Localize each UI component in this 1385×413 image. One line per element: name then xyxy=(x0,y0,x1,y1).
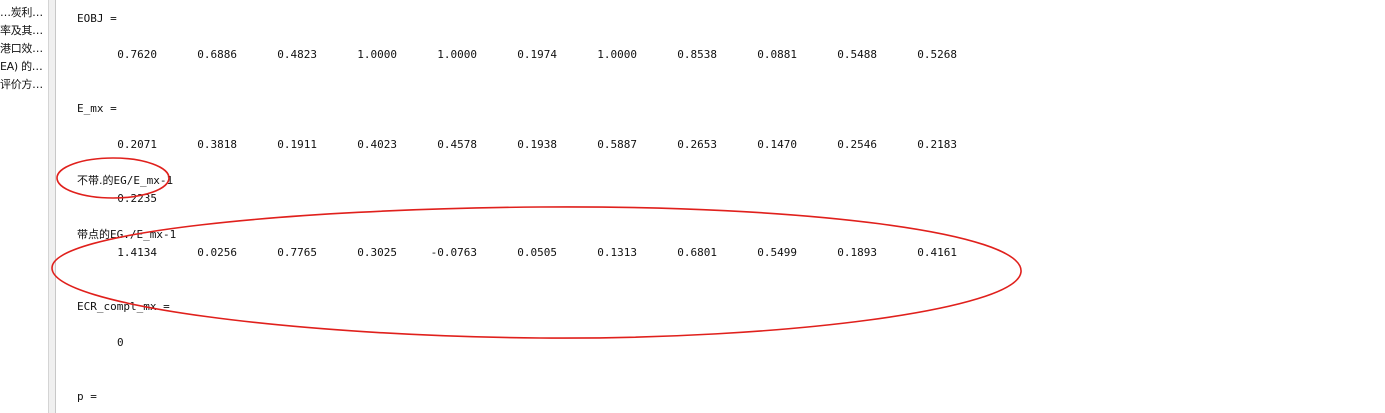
emx-value: 0.2071 xyxy=(117,138,157,151)
eobj-value: 1.0000 xyxy=(597,48,637,61)
file-list-item[interactable]: …炭利… xyxy=(0,4,48,22)
dot-result-value: 0.4161 xyxy=(917,246,957,259)
file-list-item[interactable]: 评价方… xyxy=(0,76,48,94)
file-list-item[interactable]: 港口效… xyxy=(0,40,48,58)
dot-result-value: 0.5499 xyxy=(757,246,797,259)
eobj-value: 0.5488 xyxy=(837,48,877,61)
eobj-label: EOBJ = xyxy=(77,12,117,25)
emx-value: 0.2183 xyxy=(917,138,957,151)
dot-result-value: 0.6801 xyxy=(677,246,717,259)
emx-value: 0.5887 xyxy=(597,138,637,151)
command-window[interactable]: EOBJ = 0.7620 0.6886 0.4823 1.0000 1.000… xyxy=(57,0,1385,413)
p-label: p = xyxy=(77,390,97,403)
dot-expression-line: 带点的EG./E_mx-1 xyxy=(77,228,176,242)
eobj-value: 0.7620 xyxy=(117,48,157,61)
dot-result-value: 0.1313 xyxy=(597,246,637,259)
file-list-item[interactable]: EA) 的… xyxy=(0,58,48,76)
dot-result-value: 0.3025 xyxy=(357,246,397,259)
eobj-value: 0.6886 xyxy=(197,48,237,61)
eobj-value: 1.0000 xyxy=(437,48,477,61)
emx-value: 0.2653 xyxy=(677,138,717,151)
no-dot-expression-line: 不带.的EG/E_mx-1 xyxy=(77,174,173,188)
dot-prefix: 带点的 xyxy=(77,228,110,241)
dot-result-value: 0.0505 xyxy=(517,246,557,259)
current-folder-panel: …炭利… 率及其… 港口效… EA) 的… 评价方… xyxy=(0,0,48,413)
no-dot-result-value: 0.2235 xyxy=(117,192,157,205)
ecr-value: 0 xyxy=(117,336,124,349)
dot-result-value: 0.7765 xyxy=(277,246,317,259)
emx-value: 0.1938 xyxy=(517,138,557,151)
eobj-value: 0.5268 xyxy=(917,48,957,61)
emx-value: 0.3818 xyxy=(197,138,237,151)
eobj-value: 0.8538 xyxy=(677,48,717,61)
screenshot-root: …炭利… 率及其… 港口效… EA) 的… 评价方… EOBJ = 0.7620… xyxy=(0,0,1385,413)
eobj-value: 1.0000 xyxy=(357,48,397,61)
file-list-item[interactable]: 率及其… xyxy=(0,22,48,40)
panel-splitter[interactable] xyxy=(48,0,56,413)
dot-result-value: 1.4134 xyxy=(117,246,157,259)
dot-result-value: 0.0256 xyxy=(197,246,237,259)
eobj-value: 0.1974 xyxy=(517,48,557,61)
dot-result-value: 0.1893 xyxy=(837,246,877,259)
emx-value: 0.1470 xyxy=(757,138,797,151)
dot-result-value: -0.0763 xyxy=(430,246,477,259)
eobj-value: 0.0881 xyxy=(757,48,797,61)
emx-value: 0.4023 xyxy=(357,138,397,151)
ecr-label: ECR_compl_mx = xyxy=(77,300,170,313)
emx-value: 0.1911 xyxy=(277,138,317,151)
eobj-value: 0.4823 xyxy=(277,48,317,61)
emx-value: 0.2546 xyxy=(837,138,877,151)
no-dot-expression: EG/E_mx-1 xyxy=(113,174,174,187)
dot-expression: EG./E_mx-1 xyxy=(110,228,177,241)
emx-label: E_mx = xyxy=(77,102,117,115)
emx-value: 0.4578 xyxy=(437,138,477,151)
no-dot-prefix: 不带.的 xyxy=(77,174,114,187)
